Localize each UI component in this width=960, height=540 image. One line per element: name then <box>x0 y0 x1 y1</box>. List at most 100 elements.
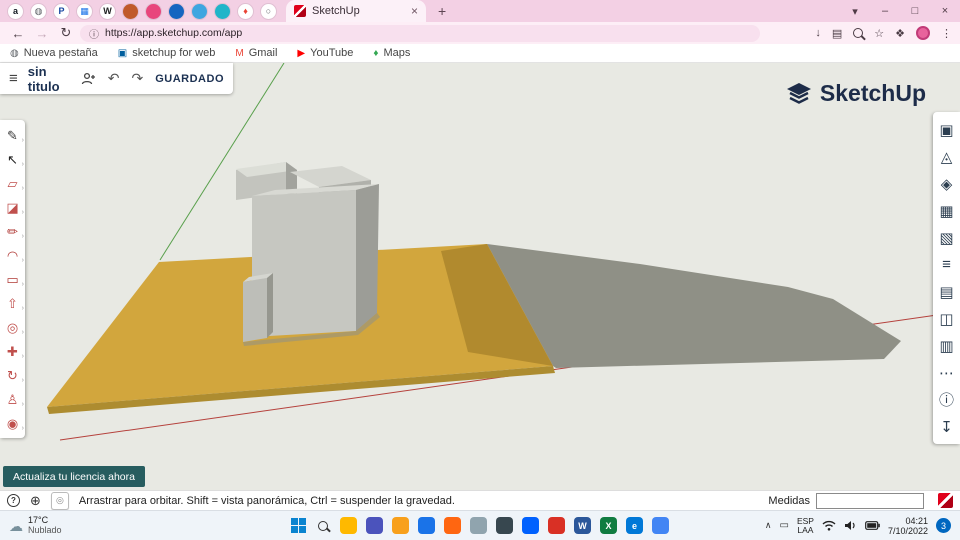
start-button[interactable] <box>291 518 306 533</box>
rotate-tool[interactable]: ↻ › <box>0 363 25 387</box>
measurements-input[interactable] <box>816 492 924 509</box>
display-panel[interactable]: ▥ <box>933 332 960 359</box>
select-tool[interactable]: ↖ › <box>0 147 25 171</box>
bookmark-maps[interactable]: ♦ Maps <box>373 47 410 59</box>
search-button[interactable] <box>315 518 331 534</box>
bookmark-new-tab[interactable]: ◍ Nueva pestaña <box>10 47 98 59</box>
offset-tool[interactable]: ◎ › <box>0 315 25 339</box>
scenes-panel[interactable]: ▤ <box>933 278 960 305</box>
language-indicator[interactable]: ESP LAA <box>797 517 814 534</box>
close-button[interactable]: × <box>930 5 960 17</box>
pinned-tab-blue-grid[interactable]: ▦ <box>77 3 92 19</box>
taskbar-explorer[interactable] <box>340 517 357 534</box>
taskbar-chrome[interactable] <box>652 517 669 534</box>
components-panel[interactable]: ◈ <box>933 170 960 197</box>
styles-panel[interactable]: ▧ <box>933 224 960 251</box>
zoom-icon[interactable] <box>853 28 864 38</box>
pinned-tab-pink[interactable] <box>146 3 161 19</box>
taskbar-firefox[interactable] <box>444 517 461 534</box>
tab-search-icon[interactable]: ▾ <box>840 5 870 18</box>
menu-icon[interactable]: ≡ <box>9 70 18 87</box>
undo-icon[interactable]: ↶ <box>108 70 120 87</box>
taskbar-widgets[interactable] <box>470 517 487 534</box>
taskbar-media[interactable] <box>548 517 565 534</box>
battery-icon[interactable] <box>865 521 880 530</box>
orbit-tool[interactable]: ◉ › <box>0 411 25 435</box>
language-icon[interactable]: ⊕ <box>30 494 41 507</box>
pinned-tab-maps[interactable]: ♦ <box>238 3 253 19</box>
pinned-tab-amazon[interactable]: a <box>8 3 23 19</box>
reload-icon[interactable]: ↻ <box>56 25 76 41</box>
move-tool[interactable]: ✚ › <box>0 339 25 363</box>
forward-icon[interactable]: → <box>32 26 52 41</box>
building-tower-side[interactable] <box>356 184 379 331</box>
clock-widget[interactable]: 04:21 7/10/2022 <box>888 516 928 536</box>
arc-tool[interactable]: ◠ › <box>0 243 25 267</box>
soften-edges-panel[interactable]: ⋯ <box>933 359 960 386</box>
upgrade-license-button[interactable]: Actualiza tu licencia ahora <box>3 466 145 487</box>
browser-menu-icon[interactable]: ⋮ <box>941 27 952 40</box>
taskbar-dropbox[interactable] <box>522 517 539 534</box>
pinned-tab-orange[interactable] <box>123 3 138 19</box>
download-panel[interactable]: ↧ <box>933 413 960 440</box>
taskbar-word[interactable]: W <box>574 517 591 534</box>
rectangle-tool[interactable]: ▭ › <box>0 267 25 291</box>
add-collaborator-icon[interactable] <box>81 71 96 86</box>
extensions-icon[interactable]: ❖ <box>895 27 905 40</box>
geolocation-icon[interactable]: ◎ <box>50 491 69 510</box>
pinned-tab-paypal[interactable]: P <box>54 3 69 19</box>
freehand-tool[interactable]: ✎ › <box>0 123 25 147</box>
views-panel[interactable]: ◫ <box>933 305 960 332</box>
bookmark-sketchup-web[interactable]: ▣ sketchup for web <box>118 47 216 59</box>
address-input[interactable]: ⓘ https://app.sketchup.com/app <box>80 24 760 42</box>
notification-badge[interactable]: 3 <box>936 518 951 533</box>
volume-icon[interactable] <box>844 520 857 531</box>
profile-avatar[interactable] <box>916 26 930 40</box>
help-icon[interactable]: ? <box>7 494 20 507</box>
pinned-tab-globe[interactable]: ◍ <box>31 3 46 19</box>
document-title[interactable]: sin titulo <box>28 64 67 94</box>
paint-tool[interactable]: ◪ › <box>0 195 25 219</box>
weather-widget[interactable]: ☁ 17°C Nublado <box>9 515 62 535</box>
taskbar-store[interactable] <box>418 517 435 534</box>
layers-panel[interactable]: ≡ <box>933 251 960 278</box>
bookmark-youtube[interactable]: ▶ YouTube <box>297 47 353 59</box>
back-icon[interactable]: ← <box>8 26 28 41</box>
tray-chevron-icon[interactable]: ∧ <box>765 520 772 531</box>
pinned-tab-ring[interactable]: ○ <box>261 3 276 19</box>
flyout-arrow-icon[interactable]: › <box>22 401 24 408</box>
entity-info-panel[interactable]: ▣ <box>933 116 960 143</box>
flyout-arrow-icon[interactable]: › <box>22 305 24 312</box>
pushpull-tool[interactable]: ⇧ › <box>0 291 25 315</box>
tab-close-icon[interactable]: × <box>411 4 418 18</box>
active-tab[interactable]: SketchUp × <box>286 0 426 22</box>
taskbar-excel[interactable]: X <box>600 517 617 534</box>
flyout-arrow-icon[interactable]: › <box>22 353 24 360</box>
pinned-tab-blue-square[interactable] <box>169 3 184 19</box>
flyout-arrow-icon[interactable]: › <box>22 209 24 216</box>
redo-icon[interactable]: ↷ <box>131 70 143 87</box>
model-info-panel[interactable]: ⓘ <box>933 386 960 413</box>
maximize-button[interactable]: □ <box>900 5 930 17</box>
building-small-side[interactable] <box>267 273 273 338</box>
flyout-arrow-icon[interactable]: › <box>22 329 24 336</box>
flyout-arrow-icon[interactable]: › <box>22 425 24 432</box>
pinned-tab-teal[interactable] <box>215 3 230 19</box>
pinned-tab-skyblue[interactable] <box>192 3 207 19</box>
minimize-button[interactable]: – <box>870 5 900 17</box>
instructor-panel[interactable]: ◬ <box>933 143 960 170</box>
building-small-front[interactable] <box>243 278 267 342</box>
flyout-arrow-icon[interactable]: › <box>22 377 24 384</box>
flyout-arrow-icon[interactable]: › <box>22 257 24 264</box>
materials-panel[interactable]: ▦ <box>933 197 960 224</box>
side-panel-icon[interactable]: ▤ <box>832 27 842 40</box>
taskbar-keyboard[interactable] <box>496 517 513 534</box>
flyout-arrow-icon[interactable]: › <box>22 161 24 168</box>
flyout-arrow-icon[interactable]: › <box>22 137 24 144</box>
bookmark-star-icon[interactable]: ☆ <box>874 27 884 40</box>
bookmark-gmail[interactable]: M Gmail <box>235 47 277 59</box>
pencil-tool[interactable]: ✏ › <box>0 219 25 243</box>
taskbar-teams[interactable] <box>366 517 383 534</box>
taskbar-edge[interactable]: e <box>626 517 643 534</box>
tray-monitor-icon[interactable]: ▭ <box>779 520 788 531</box>
